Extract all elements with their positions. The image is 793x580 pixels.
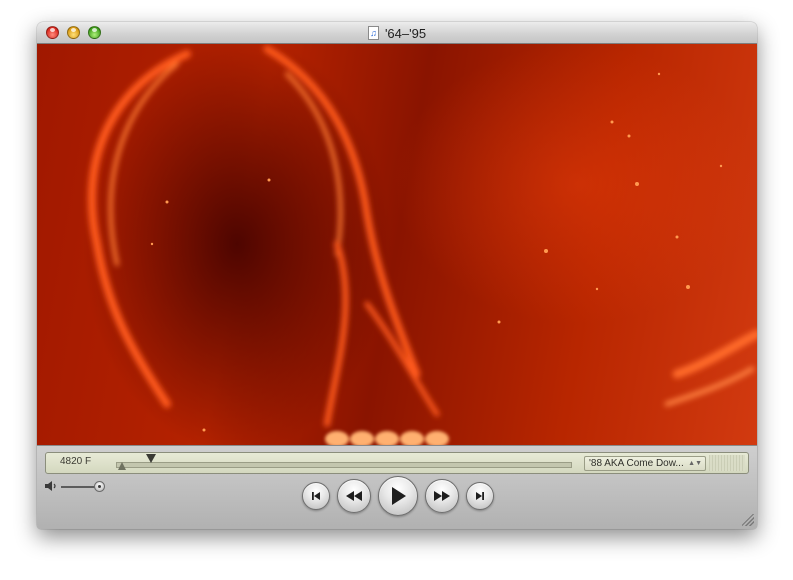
video-content <box>87 45 757 445</box>
video-frame[interactable] <box>37 44 757 445</box>
popup-arrows-icon: ▲▼ <box>688 460 702 467</box>
play-button[interactable] <box>378 476 418 516</box>
movie-controller: 4820 F '88 AKA Come Dow... ▲▼ <box>37 445 757 529</box>
playhead-icon[interactable] <box>146 454 156 463</box>
speaker-icon[interactable] <box>44 480 58 492</box>
volume-slider-thumb[interactable] <box>94 481 105 492</box>
rewind-button[interactable] <box>337 479 371 513</box>
selection-in-marker[interactable] <box>118 462 126 470</box>
next-chapter-button[interactable] <box>466 482 494 510</box>
previous-chapter-button[interactable] <box>302 482 330 510</box>
rewind-icon <box>346 491 362 501</box>
quicktime-window: ♫ '64–'95 4820 F '88 AKA Come Dow... ▲▼ <box>37 22 757 529</box>
title-area: ♫ '64–'95 <box>37 22 757 44</box>
title-bar[interactable]: ♫ '64–'95 <box>37 22 757 44</box>
chapter-popup-label: '88 AKA Come Dow... <box>589 458 684 469</box>
skip-forward-icon <box>476 492 484 500</box>
play-icon <box>392 487 406 505</box>
scrubber-track[interactable] <box>116 462 572 468</box>
timecode-display[interactable]: 4820 F <box>60 456 91 467</box>
window-title: '64–'95 <box>384 25 427 41</box>
lcd-display: 4820 F '88 AKA Come Dow... ▲▼ <box>45 452 749 474</box>
resize-grip-icon[interactable] <box>742 514 754 526</box>
audio-document-icon: ♫ <box>367 26 379 40</box>
fast-forward-icon <box>434 491 450 501</box>
chapter-popup-menu[interactable]: '88 AKA Come Dow... ▲▼ <box>584 456 706 471</box>
lcd-grip-texture <box>709 455 745 471</box>
skip-back-icon <box>312 492 320 500</box>
fast-forward-button[interactable] <box>425 479 459 513</box>
